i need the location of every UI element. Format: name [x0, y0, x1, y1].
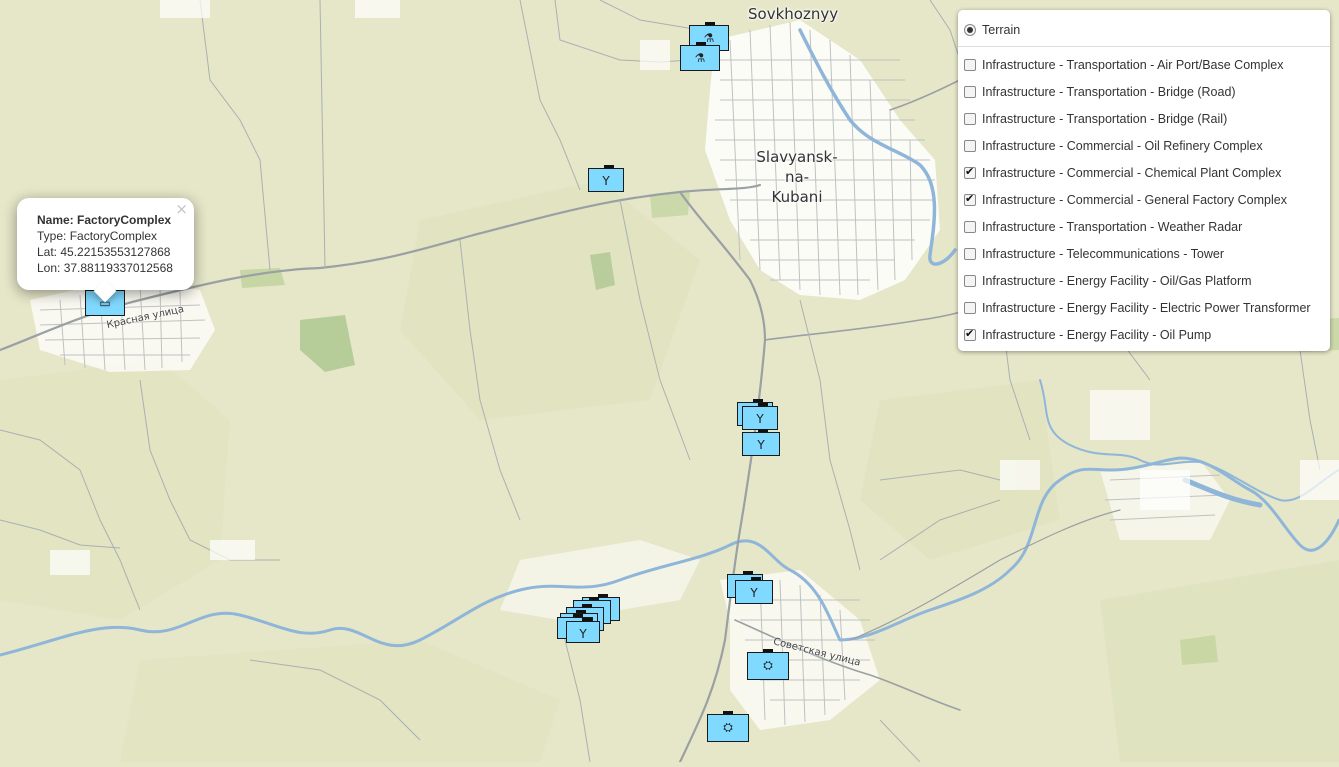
- oil-pump-marker[interactable]: Y: [742, 403, 778, 430]
- feature-popup: × Name: FactoryComplex Type: FactoryComp…: [17, 198, 194, 303]
- overlay-checkbox[interactable]: [964, 274, 976, 287]
- factory-icon: ⛭: [763, 658, 773, 672]
- overlay-checkbox[interactable]: [964, 112, 976, 125]
- overlay-label: Infrastructure - Transportation - Air Po…: [982, 57, 1284, 72]
- overlay-oil-gas-platform[interactable]: Infrastructure - Energy Facility - Oil/G…: [964, 267, 1324, 294]
- popup-lon-label: Lon:: [37, 261, 61, 275]
- overlay-label: Infrastructure - Energy Facility - Elect…: [982, 300, 1311, 315]
- overlay-checkbox[interactable]: [964, 220, 976, 233]
- overlay-label: Infrastructure - Energy Facility - Oil P…: [982, 327, 1212, 342]
- oil-pump-marker[interactable]: Y: [588, 165, 624, 192]
- factory-icon: ⛭: [723, 720, 733, 734]
- oil-pump-icon: Y: [750, 586, 758, 600]
- factory-complex-marker[interactable]: ⛭: [707, 711, 749, 742]
- popup-close-button[interactable]: ×: [175, 201, 188, 217]
- overlay-chemical-plant[interactable]: Infrastructure - Commercial - Chemical P…: [964, 159, 1324, 186]
- overlay-checkbox[interactable]: [964, 58, 976, 71]
- overlay-checkbox[interactable]: [964, 165, 976, 179]
- overlay-bridge-road[interactable]: Infrastructure - Transportation - Bridge…: [964, 78, 1324, 105]
- overlay-label: Infrastructure - Transportation - Bridge…: [982, 111, 1228, 126]
- popup-name-value: FactoryComplex: [77, 213, 172, 227]
- overlay-label: Infrastructure - Commercial - Chemical P…: [982, 165, 1282, 180]
- overlay-weather-radar[interactable]: Infrastructure - Transportation - Weathe…: [964, 213, 1324, 240]
- overlay-checkbox[interactable]: [964, 301, 976, 314]
- base-layer-terrain[interactable]: Terrain: [964, 16, 1324, 43]
- overlay-checkbox[interactable]: [964, 247, 976, 260]
- popup-type-label: Type:: [37, 229, 67, 243]
- popup-lon-line: Lon: 37.88119337012568: [37, 260, 184, 276]
- overlay-label: Infrastructure - Telecommunications - To…: [982, 246, 1224, 261]
- oil-pump-icon: Y: [756, 412, 764, 426]
- overlay-label: Infrastructure - Commercial - Oil Refine…: [982, 138, 1263, 153]
- overlay-airport[interactable]: Infrastructure - Transportation - Air Po…: [964, 51, 1324, 78]
- overlay-label: Infrastructure - Energy Facility - Oil/G…: [982, 273, 1252, 288]
- overlay-power-transformer[interactable]: Infrastructure - Energy Facility - Elect…: [964, 294, 1324, 321]
- layer-separator: [958, 46, 1330, 47]
- popup-lat-line: Lat: 45.22153553127868: [37, 244, 184, 260]
- popup-name-label: Name:: [37, 213, 74, 227]
- popup-lon-value: 37.88119337012568: [63, 261, 173, 275]
- chemical-plant-marker[interactable]: ⚗: [680, 42, 720, 71]
- overlay-oil-pump[interactable]: Infrastructure - Energy Facility - Oil P…: [964, 321, 1324, 348]
- layer-control: Terrain Infrastructure - Transportation …: [958, 10, 1330, 351]
- overlay-checkbox[interactable]: [964, 85, 976, 98]
- chemical-plant-icon: ⚗: [694, 51, 706, 65]
- oil-pump-marker[interactable]: Y: [566, 618, 600, 643]
- factory-complex-marker[interactable]: ⛭: [747, 649, 789, 680]
- popup-lat-label: Lat:: [37, 245, 58, 259]
- overlay-label: Infrastructure - Commercial - General Fa…: [982, 192, 1287, 207]
- overlay-checkbox[interactable]: [964, 327, 976, 341]
- terrain-radio[interactable]: [964, 23, 976, 36]
- oil-pump-marker[interactable]: Y: [735, 577, 773, 604]
- city-label-slavyansk: Slavyansk- na- Kubani: [756, 148, 838, 206]
- overlay-general-factory[interactable]: Infrastructure - Commercial - General Fa…: [964, 186, 1324, 213]
- overlay-checkbox[interactable]: [964, 192, 976, 206]
- city-label-sovkhoznyy: Sovkhoznyy: [748, 5, 839, 23]
- overlay-oil-refinery[interactable]: Infrastructure - Commercial - Oil Refine…: [964, 132, 1324, 159]
- oil-pump-icon: Y: [757, 438, 765, 452]
- popup-name-line: Name: FactoryComplex: [37, 212, 184, 228]
- oil-pump-icon: Y: [579, 627, 587, 641]
- oil-pump-icon: Y: [602, 174, 610, 188]
- base-layer-label: Terrain: [982, 22, 1021, 37]
- popup-type-line: Type: FactoryComplex: [37, 228, 184, 244]
- overlay-bridge-rail[interactable]: Infrastructure - Transportation - Bridge…: [964, 105, 1324, 132]
- oil-pump-marker[interactable]: Y: [742, 429, 780, 456]
- overlay-telecom-tower[interactable]: Infrastructure - Telecommunications - To…: [964, 240, 1324, 267]
- overlay-label: Infrastructure - Transportation - Bridge…: [982, 84, 1236, 99]
- overlay-checkbox[interactable]: [964, 139, 976, 152]
- popup-type-value: FactoryComplex: [69, 229, 158, 243]
- overlay-label: Infrastructure - Transportation - Weathe…: [982, 219, 1243, 234]
- popup-lat-value: 45.22153553127868: [60, 245, 171, 259]
